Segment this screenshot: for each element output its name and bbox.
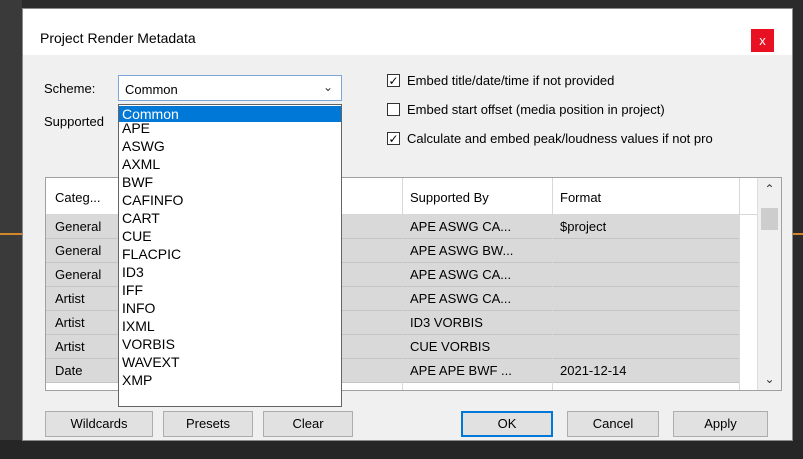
cell-category: General xyxy=(55,267,102,282)
cell-category: Artist xyxy=(55,339,85,354)
apply-button[interactable]: Apply xyxy=(673,411,768,437)
scheme-label: Scheme: xyxy=(44,81,96,96)
table-scrollbar[interactable]: ⌃ ⌄ xyxy=(757,178,781,390)
presets-button[interactable]: Presets xyxy=(163,411,253,437)
column-header-format[interactable]: Format xyxy=(560,190,601,205)
scheme-dropdown-list[interactable]: Common APE ASWG AXML BWF CAFINFO CART CU… xyxy=(118,104,342,407)
cell-format: 2021-12-14 xyxy=(560,363,627,378)
cell-category: Artist xyxy=(55,291,85,306)
scroll-thumb[interactable] xyxy=(761,208,778,230)
checkbox-unchecked-icon[interactable] xyxy=(387,103,400,116)
dropdown-option[interactable]: APE xyxy=(119,120,341,136)
checkbox-checked-icon[interactable]: ✓ xyxy=(387,132,400,145)
cell-category: Date xyxy=(55,363,83,378)
column-divider xyxy=(552,178,553,390)
close-icon: x xyxy=(759,33,766,48)
column-divider xyxy=(739,178,740,390)
cell-category: General xyxy=(55,243,102,258)
checkbox-embed-title[interactable]: ✓ Embed title/date/time if not provided xyxy=(387,73,614,88)
dropdown-option[interactable]: ASWG xyxy=(119,138,341,154)
cell-category: Artist xyxy=(55,315,85,330)
dropdown-option[interactable]: FLACPIC xyxy=(119,246,341,262)
dropdown-option[interactable]: INFO xyxy=(119,300,341,316)
dropdown-option[interactable]: IXML xyxy=(119,318,341,334)
cell-supported-by: APE ASWG CA... xyxy=(410,267,512,282)
cell-supported-by: APE APE BWF ... xyxy=(410,363,512,378)
checkbox-label: Embed title/date/time if not provided xyxy=(407,73,615,88)
checkbox-checked-icon[interactable]: ✓ xyxy=(387,74,400,87)
scheme-select[interactable]: Common ⌄ xyxy=(118,75,342,101)
checkbox-calc-loudness[interactable]: ✓ Calculate and embed peak/loudness valu… xyxy=(387,131,713,146)
checkbox-label: Embed start offset (media position in pr… xyxy=(407,102,665,117)
cell-format: $project xyxy=(560,219,607,234)
background-app-left xyxy=(0,0,22,459)
dialog-title: Project Render Metadata xyxy=(40,30,196,46)
scroll-up-icon[interactable]: ⌃ xyxy=(758,182,781,196)
dropdown-option[interactable]: BWF xyxy=(119,174,341,190)
supported-label: Supported xyxy=(44,114,104,129)
cell-category: General xyxy=(55,219,102,234)
dropdown-option[interactable]: IFF xyxy=(119,282,341,298)
dropdown-option[interactable]: ID3 xyxy=(119,264,341,280)
title-bar: Project Render Metadata x xyxy=(23,9,792,55)
dropdown-option[interactable]: CAFINFO xyxy=(119,192,341,208)
column-header-category[interactable]: Categ... xyxy=(55,190,101,205)
clear-button[interactable]: Clear xyxy=(263,411,353,437)
background-track-line xyxy=(0,233,22,235)
checkbox-embed-start-offset[interactable]: Embed start offset (media position in pr… xyxy=(387,102,665,117)
background-app-bottom xyxy=(0,440,803,459)
chevron-down-icon: ⌄ xyxy=(322,80,333,94)
background-track-line xyxy=(793,233,803,235)
dropdown-option[interactable]: CART xyxy=(119,210,341,226)
column-header-supported-by[interactable]: Supported By xyxy=(410,190,489,205)
cell-supported-by: APE ASWG CA... xyxy=(410,291,512,306)
checkbox-label: Calculate and embed peak/loudness values… xyxy=(407,131,713,146)
cancel-button[interactable]: Cancel xyxy=(567,411,659,437)
cell-supported-by: CUE VORBIS xyxy=(410,339,491,354)
scheme-select-value: Common xyxy=(125,82,178,97)
cell-supported-by: APE ASWG BW... xyxy=(410,243,514,258)
close-button[interactable]: x xyxy=(751,29,774,52)
wildcards-button[interactable]: Wildcards xyxy=(45,411,153,437)
dropdown-option[interactable]: VORBIS xyxy=(119,336,341,352)
dropdown-option[interactable]: XMP xyxy=(119,372,341,388)
cell-supported-by: ID3 VORBIS xyxy=(410,315,483,330)
dropdown-option[interactable]: WAVEXT xyxy=(119,354,341,370)
ok-button[interactable]: OK xyxy=(461,411,553,437)
dropdown-option[interactable]: AXML xyxy=(119,156,341,172)
dropdown-option[interactable]: CUE xyxy=(119,228,341,244)
cell-supported-by: APE ASWG CA... xyxy=(410,219,512,234)
column-divider xyxy=(402,178,403,390)
scroll-down-icon[interactable]: ⌄ xyxy=(758,372,781,386)
